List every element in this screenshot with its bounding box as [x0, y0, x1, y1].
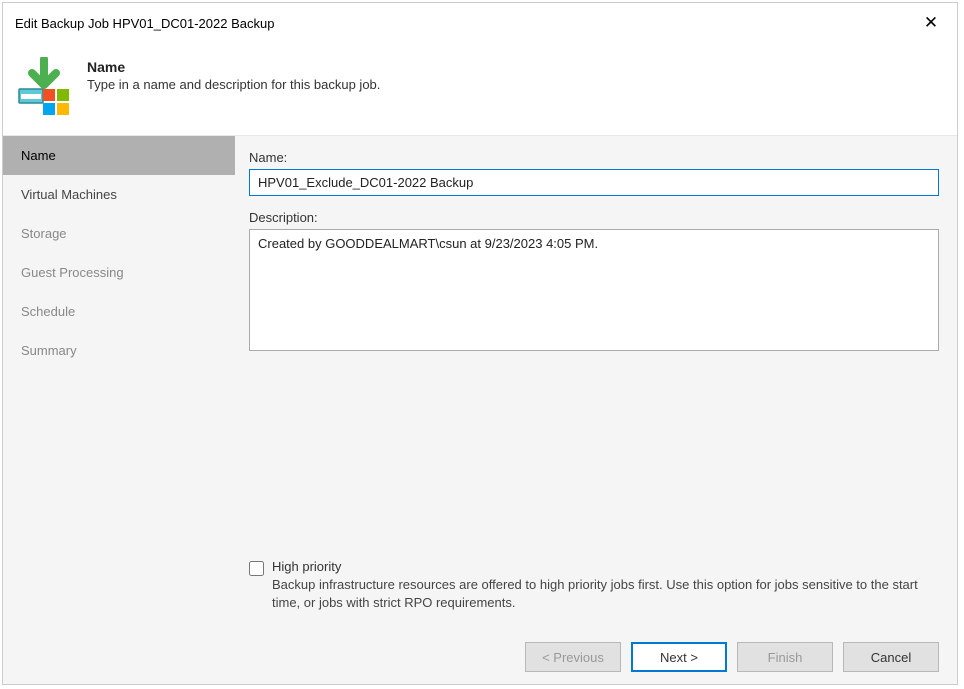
- close-icon: ✕: [924, 13, 938, 33]
- name-label: Name:: [249, 150, 939, 165]
- header-text: Name Type in a name and description for …: [87, 57, 380, 92]
- body-section: Name Virtual Machines Storage Guest Proc…: [3, 135, 957, 630]
- high-priority-checkbox[interactable]: [249, 561, 264, 576]
- sidebar-item-virtual-machines[interactable]: Virtual Machines: [3, 175, 235, 214]
- previous-button[interactable]: < Previous: [525, 642, 621, 672]
- header-description: Type in a name and description for this …: [87, 77, 380, 92]
- main-content: Name: Description: Created by GOODDEALMA…: [235, 136, 957, 630]
- description-textarea[interactable]: Created by GOODDEALMART\csun at 9/23/202…: [249, 229, 939, 351]
- wizard-sidebar: Name Virtual Machines Storage Guest Proc…: [3, 136, 235, 630]
- header-section: Name Type in a name and description for …: [3, 43, 957, 135]
- sidebar-item-guest-processing[interactable]: Guest Processing: [3, 253, 235, 292]
- close-button[interactable]: ✕: [909, 9, 953, 37]
- finish-button[interactable]: Finish: [737, 642, 833, 672]
- header-title: Name: [87, 59, 380, 75]
- cancel-button[interactable]: Cancel: [843, 642, 939, 672]
- backup-wizard-icon: [15, 57, 73, 115]
- name-input[interactable]: [249, 169, 939, 196]
- next-button[interactable]: Next >: [631, 642, 727, 672]
- sidebar-item-schedule[interactable]: Schedule: [3, 292, 235, 331]
- titlebar: Edit Backup Job HPV01_DC01-2022 Backup ✕: [3, 3, 957, 43]
- high-priority-section: High priority Backup infrastructure reso…: [249, 559, 939, 612]
- sidebar-item-name[interactable]: Name: [3, 136, 235, 175]
- window-title: Edit Backup Job HPV01_DC01-2022 Backup: [15, 16, 274, 31]
- high-priority-text: High priority Backup infrastructure reso…: [272, 559, 939, 612]
- sidebar-item-summary[interactable]: Summary: [3, 331, 235, 370]
- sidebar-item-storage[interactable]: Storage: [3, 214, 235, 253]
- footer-buttons: < Previous Next > Finish Cancel: [3, 630, 957, 684]
- dialog-window: Edit Backup Job HPV01_DC01-2022 Backup ✕…: [2, 2, 958, 685]
- high-priority-label: High priority: [272, 559, 939, 574]
- high-priority-hint: Backup infrastructure resources are offe…: [272, 577, 918, 610]
- spacer: [249, 365, 939, 559]
- description-label: Description:: [249, 210, 939, 225]
